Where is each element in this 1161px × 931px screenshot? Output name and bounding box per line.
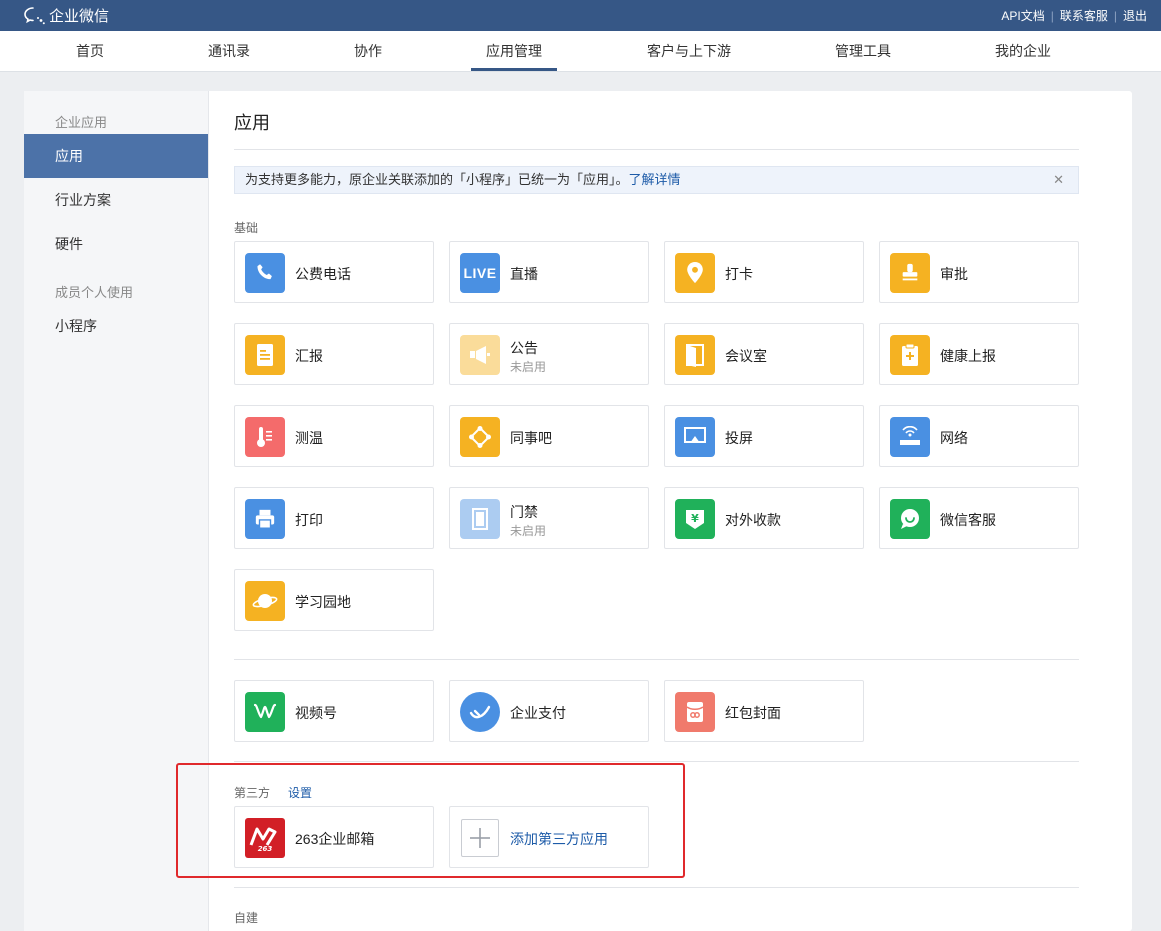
printer-icon — [245, 499, 285, 539]
tab-collaboration[interactable]: 协作 — [354, 31, 382, 71]
screen-cast-icon — [675, 417, 715, 457]
stamp-icon — [890, 253, 930, 293]
app-card-external-payment[interactable]: ¥ 对外收款 — [664, 487, 864, 549]
app-card-access-control[interactable]: 门禁 未启用 — [449, 487, 649, 549]
main-nav: 首页 通讯录 协作 应用管理 客户与上下游 管理工具 我的企业 — [0, 31, 1161, 72]
app-logo[interactable]: 企业微信 — [24, 5, 109, 26]
sidebar-item-industry-solutions[interactable]: 行业方案 — [24, 178, 208, 222]
tab-app-management[interactable]: 应用管理 — [471, 31, 557, 71]
app-card-red-envelope-cover[interactable]: 红包封面 — [664, 680, 864, 742]
app-card-announcement[interactable]: 公告 未启用 — [449, 323, 649, 385]
app-card-name: 微信客服 — [940, 512, 996, 528]
notice-close-icon[interactable]: ✕ — [1053, 167, 1064, 193]
notice-text: 为支持更多能力，原企业关联添加的「小程序」已统一为「应用」。 — [245, 172, 629, 187]
megaphone-icon — [460, 335, 500, 375]
divider — [234, 149, 1079, 150]
section-basic-label: 基础 — [234, 221, 259, 235]
thermometer-icon — [245, 417, 285, 457]
app-card-channels[interactable]: 视频号 — [234, 680, 434, 742]
app-card-public-phone[interactable]: 公费电话 — [234, 241, 434, 303]
app-card-name: 门禁 — [510, 504, 538, 520]
channels-icon — [245, 692, 285, 732]
sidebar-item-mini-programs[interactable]: 小程序 — [24, 304, 208, 348]
highlight-box — [176, 763, 685, 878]
divider — [234, 887, 1079, 888]
svg-text:¥: ¥ — [691, 512, 699, 525]
app-card-name: 测温 — [295, 430, 323, 446]
app-card-name: 对外收款 — [725, 512, 781, 528]
app-card-name: 打印 — [295, 512, 323, 528]
live-icon: LIVE — [460, 253, 500, 293]
notice-banner: 为支持更多能力，原企业关联添加的「小程序」已统一为「应用」。了解详情 ✕ — [234, 166, 1079, 194]
app-card-name: 审批 — [940, 266, 968, 282]
router-icon — [890, 417, 930, 457]
app-title: 企业微信 — [49, 8, 110, 25]
app-card-name: 会议室 — [725, 348, 767, 364]
app-card-name: 同事吧 — [510, 430, 552, 446]
app-card-checkin[interactable]: 打卡 — [664, 241, 864, 303]
app-card-name: 学习园地 — [295, 594, 351, 610]
app-card-name: 视频号 — [295, 705, 337, 721]
door-icon — [675, 335, 715, 375]
app-card-name: 企业支付 — [510, 705, 566, 721]
location-pin-icon — [675, 253, 715, 293]
phone-icon — [245, 253, 285, 293]
sidebar-group-personal-use: 成员个人使用 — [55, 285, 134, 300]
app-card-name: 直播 — [510, 266, 538, 282]
sidebar-group-enterprise-apps: 企业应用 — [55, 115, 108, 130]
gate-icon — [460, 499, 500, 539]
app-card-name: 红包封面 — [725, 705, 781, 721]
section-custom-label: 自建 — [234, 911, 259, 925]
app-card-status: 未启用 — [510, 524, 547, 538]
app-card-name: 健康上报 — [940, 348, 996, 364]
app-card-meeting-room[interactable]: 会议室 — [664, 323, 864, 385]
contact-support-link[interactable]: 联系客服 — [1060, 7, 1108, 24]
sidebar-item-apps[interactable]: 应用 — [24, 134, 208, 178]
divider — [234, 659, 1079, 660]
app-card-live[interactable]: LIVE 直播 — [449, 241, 649, 303]
app-card-name: 网络 — [940, 430, 968, 446]
chat-bubble-icon — [890, 499, 930, 539]
app-card-learning[interactable]: 学习园地 — [234, 569, 434, 631]
wallet-icon — [460, 692, 500, 732]
app-card-temperature[interactable]: 测温 — [234, 405, 434, 467]
app-card-approval[interactable]: 审批 — [879, 241, 1079, 303]
app-card-screen-cast[interactable]: 投屏 — [664, 405, 864, 467]
app-card-wechat-service[interactable]: 微信客服 — [879, 487, 1079, 549]
page-title: 应用 — [234, 113, 270, 133]
tab-management-tools[interactable]: 管理工具 — [835, 31, 891, 71]
app-card-colleagues[interactable]: 同事吧 — [449, 405, 649, 467]
wecom-logo-icon — [24, 6, 45, 24]
app-card-name: 投屏 — [725, 430, 753, 446]
app-card-status: 未启用 — [510, 360, 547, 374]
app-card-network[interactable]: 网络 — [879, 405, 1079, 467]
red-envelope-icon — [675, 692, 715, 732]
app-card-print[interactable]: 打印 — [234, 487, 434, 549]
network-icon — [460, 417, 500, 457]
app-card-name: 公费电话 — [295, 266, 351, 282]
app-card-report[interactable]: 汇报 — [234, 323, 434, 385]
divider — [234, 761, 1079, 762]
app-card-enterprise-pay[interactable]: 企业支付 — [449, 680, 649, 742]
clipboard-plus-icon — [890, 335, 930, 375]
sidebar-item-hardware[interactable]: 硬件 — [24, 222, 208, 266]
tab-customers[interactable]: 客户与上下游 — [647, 31, 731, 71]
app-card-health-report[interactable]: 健康上报 — [879, 323, 1079, 385]
logout-link[interactable]: 退出 — [1123, 7, 1147, 24]
top-bar: 企业微信 API文档 | 联系客服 | 退出 — [0, 0, 1161, 31]
tab-my-company[interactable]: 我的企业 — [995, 31, 1051, 71]
tab-home[interactable]: 首页 — [76, 31, 104, 71]
planet-icon — [245, 581, 285, 621]
app-card-name: 公告 — [510, 340, 538, 356]
report-icon — [245, 335, 285, 375]
tab-contacts[interactable]: 通讯录 — [208, 31, 250, 71]
notice-learn-more-link[interactable]: 了解详情 — [629, 172, 681, 187]
yuan-shield-icon: ¥ — [675, 499, 715, 539]
app-card-name: 汇报 — [295, 348, 323, 364]
api-docs-link[interactable]: API文档 — [1001, 7, 1044, 24]
app-card-name: 打卡 — [725, 266, 753, 282]
